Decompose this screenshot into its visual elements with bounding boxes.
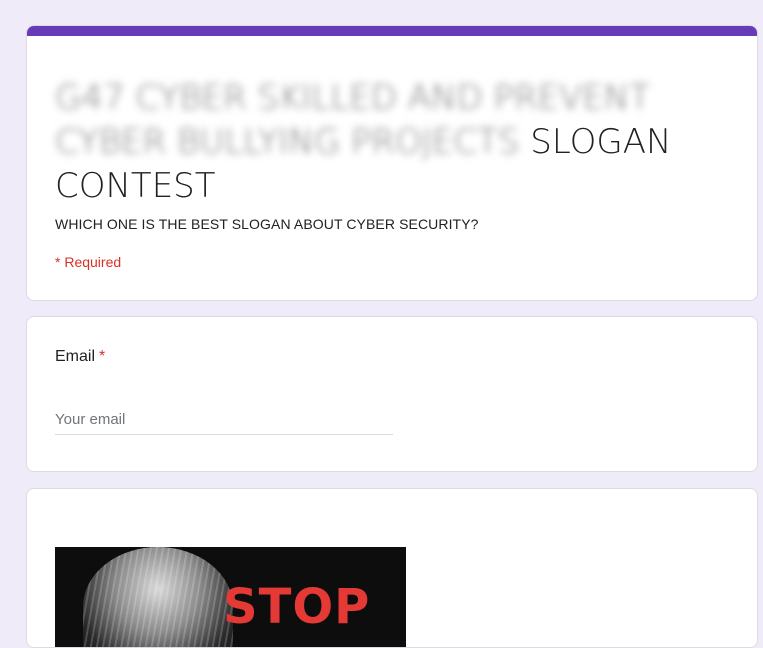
required-star: * — [99, 348, 106, 365]
slogan-poster-image: STOP — [55, 547, 406, 647]
theme-accent-bar — [27, 26, 757, 36]
form-page: G47 CYBER SKILLED AND PREVENT CYBER BULL… — [0, 0, 763, 648]
email-field[interactable] — [55, 407, 393, 435]
form-header-card: G47 CYBER SKILLED AND PREVENT CYBER BULL… — [26, 25, 758, 301]
image-question-card: STOP — [26, 488, 758, 648]
poster-stop-text: STOP — [223, 579, 371, 635]
form-description: WHICH ONE IS THE BEST SLOGAN ABOUT CYBER… — [55, 216, 479, 232]
form-title: G47 CYBER SKILLED AND PREVENT CYBER BULL… — [55, 76, 735, 208]
email-question-card: Email * — [26, 316, 758, 472]
poster-figure — [83, 547, 233, 647]
email-label: Email * — [55, 348, 105, 366]
email-label-text: Email — [55, 348, 96, 365]
required-note: * Required — [55, 254, 122, 270]
